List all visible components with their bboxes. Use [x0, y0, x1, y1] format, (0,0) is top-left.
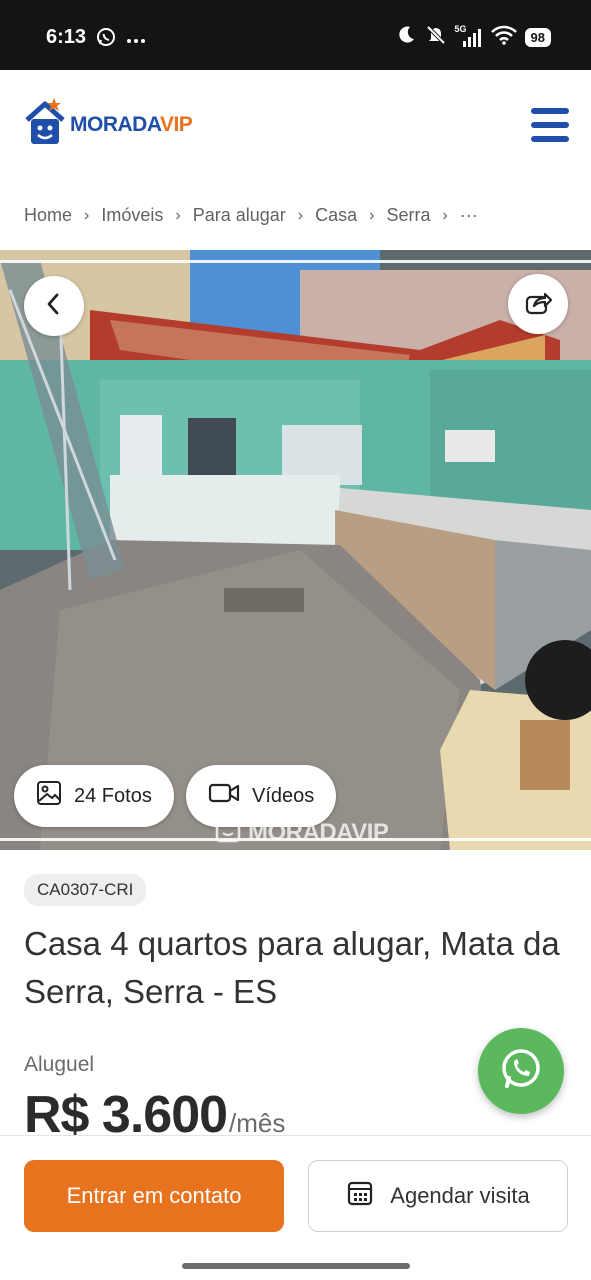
mute-icon [425, 24, 447, 51]
site-logo[interactable]: MORADAVIP [24, 96, 193, 153]
chevron-right-icon: › [175, 206, 181, 224]
video-camera-icon [208, 781, 240, 811]
more-icon [126, 31, 146, 49]
schedule-visit-button[interactable]: Agendar visita [308, 1160, 568, 1232]
whatsapp-icon [498, 1046, 544, 1097]
watermark-text: MORADAVIP [248, 818, 389, 846]
home-indicator[interactable] [182, 1263, 410, 1269]
wifi-icon [490, 25, 517, 50]
whatsapp-button[interactable] [478, 1028, 564, 1114]
chevron-right-icon: › [84, 206, 90, 224]
share-button[interactable] [508, 274, 568, 334]
breadcrumb-para-alugar[interactable]: Para alugar [193, 205, 286, 226]
breadcrumb-serra[interactable]: Serra [386, 205, 430, 226]
battery-level: 98 [524, 28, 551, 47]
chevron-right-icon: › [297, 206, 304, 224]
status-time: 6:13 [46, 26, 87, 48]
logo-text: MORADAVIP [70, 112, 193, 136]
breadcrumb-home[interactable]: Home [24, 205, 72, 226]
chevron-right-icon: › [369, 206, 375, 224]
breadcrumb-imoveis[interactable]: Imóveis [101, 205, 163, 226]
videos-label: Vídeos [252, 784, 315, 807]
whatsapp-icon [96, 27, 116, 52]
calendar-icon [346, 1179, 374, 1213]
share-icon [523, 287, 553, 322]
price-label: Aluguel [24, 1053, 95, 1076]
photos-button[interactable]: 24 Fotos [14, 765, 174, 827]
hamburger-menu-icon[interactable] [531, 108, 569, 142]
contact-button[interactable]: Entrar em contato [24, 1160, 284, 1232]
listing-title: Casa 4 quartos para alugar, Mata da Serr… [24, 925, 560, 1010]
breadcrumb-more[interactable]: ··· [460, 205, 478, 226]
breadcrumb: Home › Imóveis › Para alugar › Casa › Se… [24, 205, 478, 226]
back-button[interactable] [24, 276, 84, 336]
house-logo-icon [214, 815, 242, 850]
image-icon [36, 780, 62, 812]
house-logo-icon [24, 96, 66, 153]
photos-label: 24 Fotos [74, 784, 152, 807]
schedule-visit-label: Agendar visita [390, 1183, 530, 1208]
chevron-left-icon [44, 292, 64, 321]
signal-icon: 5G [455, 24, 483, 49]
chevron-right-icon: › [442, 206, 448, 224]
property-code-badge: CA0307-CRI [24, 874, 147, 906]
breadcrumb-casa[interactable]: Casa [315, 205, 357, 226]
property-photo [0, 250, 591, 850]
moon-icon [395, 24, 417, 51]
status-notification-icons [96, 27, 146, 52]
property-photo-gallery[interactable]: 24 Fotos Vídeos MORADAVIP [0, 250, 591, 850]
status-bar: 6:13 5G 98 [0, 0, 591, 70]
status-system-icons: 5G 98 [395, 24, 551, 51]
gallery-top-divider [0, 260, 591, 263]
photo-watermark: MORADAVIP [214, 815, 389, 850]
